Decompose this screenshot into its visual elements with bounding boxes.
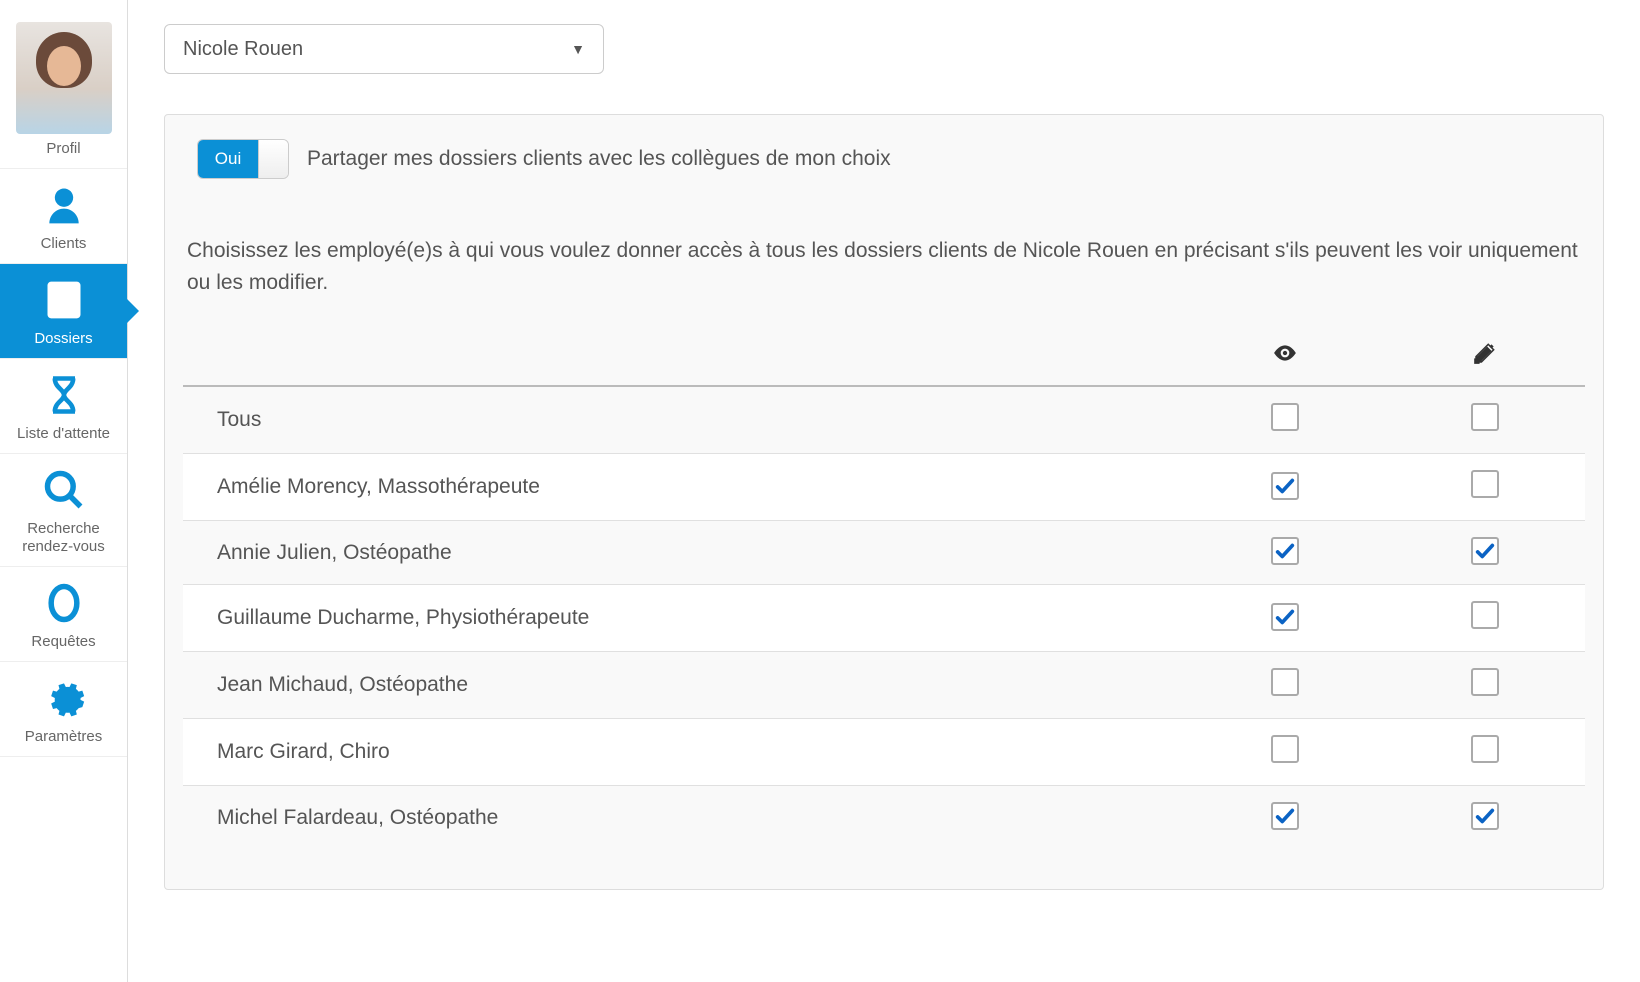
edit-checkbox[interactable] [1471, 668, 1499, 696]
view-checkbox[interactable] [1271, 603, 1299, 631]
sidebar: Profil Clients Dossiers Liste d'attente … [0, 0, 128, 982]
sidebar-item-label: Requêtes [31, 633, 95, 651]
sidebar-item-label: Paramètres [25, 728, 103, 746]
view-cell [1185, 454, 1385, 521]
sidebar-item-clients[interactable]: Clients [0, 169, 127, 264]
table-row: Jean Michaud, Ostéopathe [183, 652, 1585, 719]
eye-icon [1272, 353, 1298, 370]
edit-checkbox[interactable] [1471, 802, 1499, 830]
edit-checkbox[interactable] [1471, 470, 1499, 498]
view-checkbox[interactable] [1271, 802, 1299, 830]
instructions-text: Choisissez les employé(e)s à qui vous vo… [187, 235, 1581, 298]
col-view-header [1185, 330, 1385, 386]
view-cell [1185, 585, 1385, 652]
share-panel: Oui Partager mes dossiers clients avec l… [164, 114, 1604, 890]
hourglass-icon [40, 371, 88, 419]
edit-cell [1385, 521, 1585, 585]
edit-checkbox[interactable] [1471, 537, 1499, 565]
edit-checkbox[interactable] [1471, 403, 1499, 431]
edit-cell [1385, 585, 1585, 652]
col-edit-header [1385, 330, 1585, 386]
sidebar-item-parametres[interactable]: Paramètres [0, 662, 127, 757]
edit-checkbox[interactable] [1471, 735, 1499, 763]
table-row: Tous [183, 386, 1585, 454]
table-row: Marc Girard, Chiro [183, 719, 1585, 786]
employee-name: Amélie Morency, Massothérapeute [183, 454, 1185, 521]
sidebar-item-dossiers[interactable]: Dossiers [0, 264, 127, 359]
view-cell [1185, 786, 1385, 850]
user-icon [40, 181, 88, 229]
view-cell [1185, 521, 1385, 585]
toggle-row: Oui Partager mes dossiers clients avec l… [197, 139, 1585, 179]
view-cell [1185, 719, 1385, 786]
edit-cell [1385, 652, 1585, 719]
edit-checkbox[interactable] [1471, 601, 1499, 629]
zero-icon [40, 579, 88, 627]
employee-name: Jean Michaud, Ostéopathe [183, 652, 1185, 719]
employee-name: Guillaume Ducharme, Physiothérapeute [183, 585, 1185, 652]
toggle-knob [258, 140, 288, 178]
view-checkbox[interactable] [1271, 472, 1299, 500]
dossier-icon [40, 276, 88, 324]
search-icon [40, 466, 88, 514]
view-cell [1185, 386, 1385, 454]
caret-down-icon: ▼ [571, 41, 585, 57]
edit-cell [1385, 454, 1585, 521]
view-cell [1185, 652, 1385, 719]
employees-table: TousAmélie Morency, MassothérapeuteAnnie… [183, 330, 1585, 849]
sidebar-item-liste-attente[interactable]: Liste d'attente [0, 359, 127, 454]
share-toggle[interactable]: Oui [197, 139, 289, 179]
employee-name: Marc Girard, Chiro [183, 719, 1185, 786]
user-select-value: Nicole Rouen [183, 38, 303, 61]
employee-name: Tous [183, 386, 1185, 454]
employee-name: Michel Falardeau, Ostéopathe [183, 786, 1185, 850]
table-row: Michel Falardeau, Ostéopathe [183, 786, 1585, 850]
table-row: Annie Julien, Ostéopathe [183, 521, 1585, 585]
toggle-on-label: Oui [198, 140, 258, 178]
table-row: Guillaume Ducharme, Physiothérapeute [183, 585, 1585, 652]
sidebar-item-recherche[interactable]: Recherche rendez-vous [0, 454, 127, 567]
edit-cell [1385, 719, 1585, 786]
avatar [16, 22, 112, 134]
sidebar-item-label: Liste d'attente [17, 425, 110, 443]
sidebar-item-label: Clients [41, 235, 87, 253]
main-content: Nicole Rouen ▼ Oui Partager mes dossiers… [128, 0, 1640, 982]
view-checkbox[interactable] [1271, 403, 1299, 431]
edit-cell [1385, 786, 1585, 850]
edit-cell [1385, 386, 1585, 454]
sidebar-item-profil[interactable]: Profil [0, 0, 127, 169]
toggle-description: Partager mes dossiers clients avec les c… [307, 147, 891, 171]
view-checkbox[interactable] [1271, 735, 1299, 763]
col-name-header [183, 330, 1185, 386]
user-select-dropdown[interactable]: Nicole Rouen ▼ [164, 24, 604, 74]
gear-icon [40, 674, 88, 722]
table-row: Amélie Morency, Massothérapeute [183, 454, 1585, 521]
sidebar-item-label: Dossiers [34, 330, 92, 348]
edit-icon [1472, 353, 1498, 370]
sidebar-item-label: Recherche rendez-vous [4, 520, 123, 556]
view-checkbox[interactable] [1271, 537, 1299, 565]
view-checkbox[interactable] [1271, 668, 1299, 696]
sidebar-item-requetes[interactable]: Requêtes [0, 567, 127, 662]
employee-name: Annie Julien, Ostéopathe [183, 521, 1185, 585]
sidebar-item-label: Profil [46, 140, 80, 158]
